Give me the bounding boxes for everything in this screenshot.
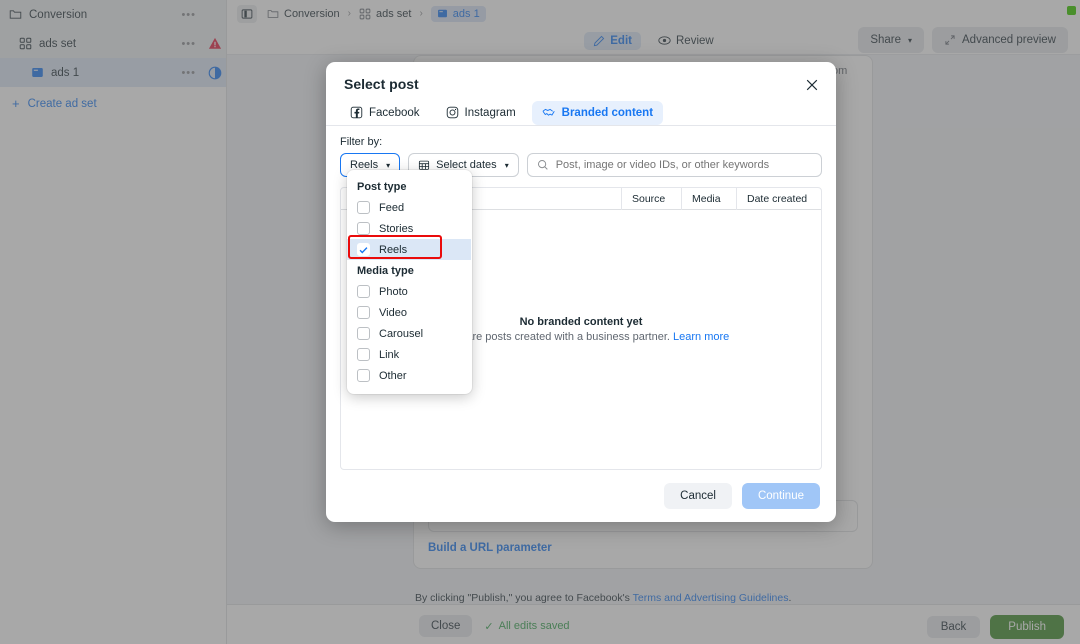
handshake-icon <box>542 107 556 119</box>
menu-group-post-type: Post type <box>347 176 472 197</box>
cancel-button[interactable]: Cancel <box>664 483 732 509</box>
recording-indicator-icon <box>1067 6 1076 15</box>
tab-branded-content-label: Branded content <box>562 107 653 119</box>
column-header-source[interactable]: Source <box>621 188 681 210</box>
learn-more-link[interactable]: Learn more <box>673 331 729 343</box>
menu-option-label: Video <box>379 307 407 319</box>
column-header-media[interactable]: Media <box>681 188 736 210</box>
screen-root: Conversion ••• ads set ••• <box>0 0 1080 644</box>
search-field[interactable] <box>527 153 822 177</box>
dialog-tab-bar: Facebook Instagram Branded content <box>326 92 836 126</box>
tab-facebook-label: Facebook <box>369 107 420 119</box>
menu-option-feed[interactable]: Feed <box>347 197 472 218</box>
chevron-down-icon: ▾ <box>386 161 390 170</box>
dialog-title: Select post <box>344 76 818 92</box>
menu-option-carousel[interactable]: Carousel <box>347 323 472 344</box>
menu-option-label: Link <box>379 349 399 361</box>
chevron-down-icon: ▾ <box>505 161 509 170</box>
checkbox[interactable] <box>357 348 370 361</box>
checkbox[interactable] <box>357 306 370 319</box>
instagram-icon <box>446 106 459 119</box>
menu-option-other[interactable]: Other <box>347 365 472 386</box>
close-icon[interactable] <box>802 75 822 95</box>
menu-option-video[interactable]: Video <box>347 302 472 323</box>
checkbox[interactable] <box>357 285 370 298</box>
checkbox[interactable] <box>357 201 370 214</box>
dialog-footer: Cancel Continue <box>326 470 836 522</box>
menu-option-link[interactable]: Link <box>347 344 472 365</box>
post-type-filter-menu: Post type Feed Stories Reels Media type … <box>347 170 472 394</box>
tab-branded-content[interactable]: Branded content <box>532 101 663 125</box>
menu-option-label: Other <box>379 370 407 382</box>
search-icon <box>537 159 549 171</box>
checkbox[interactable] <box>357 369 370 382</box>
tab-facebook[interactable]: Facebook <box>340 100 430 125</box>
column-header-date-created[interactable]: Date created <box>736 188 821 210</box>
dialog-header: Select post <box>326 62 836 92</box>
menu-option-label: Feed <box>379 202 404 214</box>
continue-button[interactable]: Continue <box>742 483 820 509</box>
facebook-icon <box>350 106 363 119</box>
filter-by-label: Filter by: <box>340 136 822 148</box>
checkbox[interactable] <box>357 327 370 340</box>
tab-instagram-label: Instagram <box>465 107 516 119</box>
tab-instagram[interactable]: Instagram <box>436 100 526 125</box>
menu-group-media-type: Media type <box>347 260 472 281</box>
menu-option-label: Photo <box>379 286 408 298</box>
menu-option-photo[interactable]: Photo <box>347 281 472 302</box>
menu-option-label: Stories <box>379 223 413 235</box>
annotation-highlight-box <box>348 235 442 259</box>
search-input[interactable] <box>556 159 812 171</box>
menu-option-label: Carousel <box>379 328 423 340</box>
checkbox[interactable] <box>357 222 370 235</box>
